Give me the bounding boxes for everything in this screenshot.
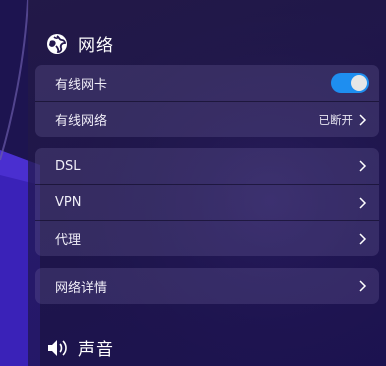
network-details-label: 网络详情 [55,280,108,296]
chevron-right-icon [355,159,369,173]
proxy-row[interactable]: 代理 [35,220,379,256]
toggle-knob [351,75,367,91]
dsl-row[interactable]: DSL [35,148,379,184]
chevron-right-icon [355,113,369,127]
proxy-label: 代理 [55,233,82,248]
network-section-header: 网络 [46,31,114,56]
wired-card-toggle[interactable] [331,73,369,93]
chevron-right-icon [355,196,369,210]
vpn-row[interactable]: VPN [35,184,379,220]
network-globe-icon [46,33,68,55]
wired-group: 有线网卡 有线网络 已断开 [35,65,379,137]
details-group: 网络详情 [35,268,379,304]
vpn-label: VPN [55,195,82,210]
wired-network-row[interactable]: 有线网络 已断开 [35,101,379,137]
sound-title: 声音 [78,340,114,360]
wired-network-status: 已断开 [318,112,354,127]
network-details-row[interactable]: 网络详情 [35,268,379,304]
network-title: 网络 [78,36,114,56]
speaker-icon [46,337,68,359]
sound-section-header: 声音 [46,335,114,360]
chevron-right-icon [355,232,369,246]
chevron-right-icon [355,279,369,293]
wired-card-row[interactable]: 有线网卡 [35,65,379,101]
dsl-label: DSL [55,158,81,174]
connection-types-group: DSL VPN 代理 [35,148,379,256]
wired-network-label: 有线网络 [55,114,108,129]
wired-card-label: 有线网卡 [55,77,108,93]
